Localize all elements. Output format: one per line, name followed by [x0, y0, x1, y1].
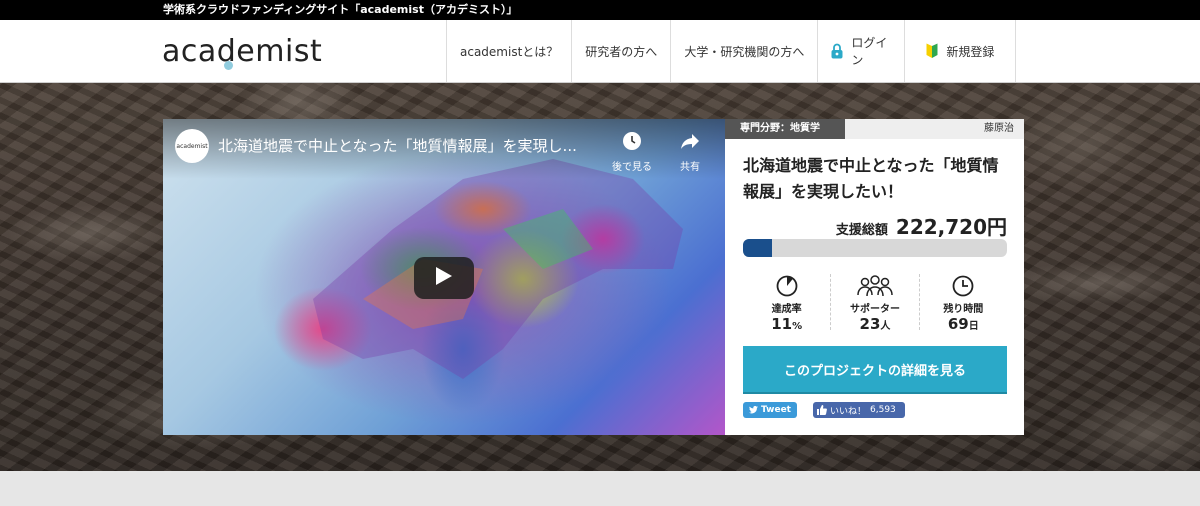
stat-achievement: 達成率 11%	[743, 274, 830, 333]
watch-later-button[interactable]: 後で見る	[607, 131, 657, 173]
total-label: 支援総額	[835, 223, 888, 238]
stat-time-left: 残り時間 69日	[918, 274, 1007, 333]
share-button[interactable]: 共有	[665, 131, 715, 173]
video-title[interactable]: 北海道地震で中止となった「地質情報展」を実現し...	[218, 135, 577, 156]
site-header: academist academistとは？ 研究者の方へ 大学・研究機関の方へ…	[0, 20, 1200, 83]
twitter-bird-icon	[749, 406, 758, 414]
hero-section: academist 北海道地震で中止となった「地質情報展」を実現し... 後で見…	[0, 83, 1200, 471]
play-icon	[436, 267, 452, 289]
play-button[interactable]	[414, 257, 474, 299]
site-description: 学術系クラウドファンディングサイト「academist（アカデミスト）」	[163, 3, 518, 16]
like-count: 6,593	[870, 405, 896, 415]
view-project-details-button[interactable]: このプロジェクトの詳細を見る	[743, 346, 1007, 392]
top-banner: 学術系クラウドファンディングサイト「academist（アカデミスト）」	[0, 0, 1200, 20]
page-content-area	[0, 471, 1200, 506]
pie-chart-icon	[743, 274, 830, 298]
total-amount: 222,720円	[895, 215, 1007, 239]
supporters-icon	[831, 274, 918, 298]
logo-dot	[224, 61, 233, 70]
stat-supporters: サポーター 23人	[830, 274, 918, 333]
facebook-like-button[interactable]: いいね！ 6,593	[813, 402, 905, 418]
nav-institutions[interactable]: 大学・研究機関の方へ	[671, 20, 819, 82]
share-arrow-icon	[665, 131, 715, 154]
lock-icon	[831, 43, 843, 59]
progress-fill	[743, 239, 773, 257]
funding-total: 支援総額 222,720円	[836, 211, 1007, 240]
tweet-button[interactable]: Tweet	[743, 402, 797, 418]
main-nav: academistとは？ 研究者の方へ 大学・研究機関の方へ ログイン 新規登録	[446, 20, 1017, 82]
owner-name[interactable]: 藤原治	[845, 119, 1024, 139]
thumbs-up-icon	[817, 405, 827, 415]
academist-logo[interactable]: academist	[162, 30, 322, 74]
project-stats: 達成率 11% サポーター 23人 残り時間 69日	[743, 274, 1007, 333]
channel-avatar[interactable]: academist	[175, 129, 209, 163]
nav-about[interactable]: academistとは？	[447, 20, 573, 82]
nav-register[interactable]: 新規登録	[905, 20, 1017, 82]
beginner-mark-icon	[926, 43, 938, 59]
category-label: 専門分野：地質学	[725, 119, 845, 139]
nav-researchers[interactable]: 研究者の方へ	[572, 20, 672, 82]
project-card: 専門分野：地質学 藤原治 北海道地震で中止となった「地質情報展」を実現したい！ …	[725, 119, 1024, 435]
project-video[interactable]: academist 北海道地震で中止となった「地質情報展」を実現し... 後で見…	[163, 119, 725, 435]
clock-icon	[920, 274, 1007, 298]
project-title[interactable]: 北海道地震で中止となった「地質情報展」を実現したい！	[743, 153, 1013, 205]
progress-bar	[743, 239, 1007, 257]
clock-icon	[607, 131, 657, 154]
nav-login[interactable]: ログイン	[818, 20, 906, 82]
